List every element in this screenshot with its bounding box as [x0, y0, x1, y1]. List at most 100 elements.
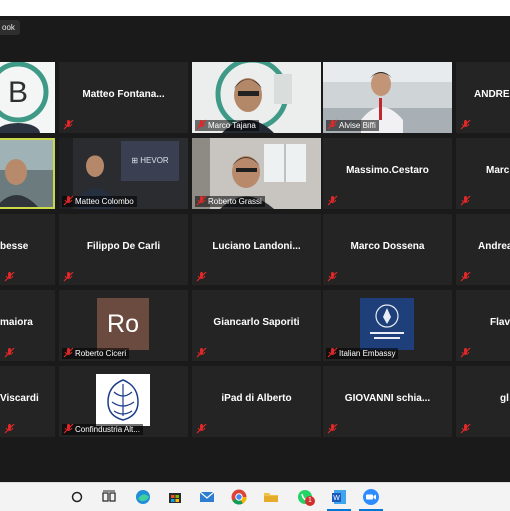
participant-name: gl [500, 393, 509, 404]
muted-mic-icon [327, 347, 338, 358]
participant-tile[interactable]: Roberto Grassi [192, 138, 321, 209]
muted-mic-icon [327, 423, 338, 434]
participant-name: ANDREA [474, 89, 510, 100]
participant-name: Viscardi [0, 393, 39, 404]
word-icon[interactable]: W [330, 488, 348, 506]
participant-name: besse [0, 241, 29, 252]
muted-mic-icon [460, 423, 471, 434]
participant-tile[interactable]: Alvise Biffi [323, 62, 452, 133]
muted-mic-icon [460, 195, 471, 206]
hevor-logo-text: ⊞ HEVOR [131, 156, 169, 165]
muted-mic-icon [327, 271, 338, 282]
participant-caption: Alvise Biffi [326, 119, 379, 131]
participant-video [0, 140, 53, 207]
top-bar [0, 0, 510, 16]
participant-name: Luciano Landoni... [212, 241, 301, 252]
participant-name: Italian Embassy [339, 349, 396, 358]
participant-tile[interactable]: maiora [0, 290, 55, 361]
participant-tile[interactable]: Italian Embassy [323, 290, 452, 361]
windows-taskbar: 1 W [0, 482, 510, 511]
participant-tile[interactable]: Marco Dossena [323, 214, 452, 285]
participant-name: maiora [0, 317, 33, 328]
participant-name: Matteo Fontana... [82, 89, 165, 100]
mail-icon[interactable] [198, 488, 216, 506]
muted-mic-icon [4, 423, 15, 434]
participant-caption: Roberto Grassi [195, 195, 265, 207]
muted-mic-icon [327, 195, 338, 206]
participant-tile[interactable]: Giancarlo Saporiti [192, 290, 321, 361]
window-tag[interactable]: ook [0, 20, 20, 35]
muted-mic-icon [327, 119, 338, 130]
muted-mic-icon [63, 271, 74, 282]
participant-tile[interactable]: gl [456, 366, 510, 437]
participant-name: Roberto Ciceri [75, 349, 127, 358]
participant-tile[interactable]: iPad di Alberto [192, 366, 321, 437]
participant-tile-active-speaker[interactable] [0, 138, 55, 209]
svg-text:W: W [333, 495, 340, 502]
muted-mic-icon [63, 119, 74, 130]
participant-name: Confindustria Alt... [75, 425, 140, 434]
participant-name: Matteo Colombo [75, 197, 134, 206]
muted-mic-icon [63, 195, 74, 206]
participant-name: GIOVANNI schia... [344, 393, 431, 404]
participant-tile[interactable]: ANDREA [456, 62, 510, 133]
participant-name: Marco Dossena [350, 241, 425, 252]
participant-caption: Roberto Ciceri [62, 347, 130, 359]
muted-mic-icon [196, 195, 207, 206]
confindustria-logo [96, 374, 150, 426]
participant-name: iPad di Alberto [221, 393, 292, 404]
participant-tile[interactable]: Marc [456, 138, 510, 209]
task-view-icon[interactable] [100, 488, 118, 506]
participant-name: Andrea [478, 241, 510, 252]
avatar: Ro [97, 298, 149, 350]
embassy-logo [360, 298, 414, 350]
participant-tile[interactable]: Andrea [456, 214, 510, 285]
muted-mic-icon [196, 119, 207, 130]
notification-badge: 1 [305, 496, 315, 506]
participant-tile[interactable]: Viscardi [0, 366, 55, 437]
muted-mic-icon [63, 347, 74, 358]
participant-tile[interactable]: ⊞ HEVOR Matteo Colombo [59, 138, 188, 209]
muted-mic-icon [196, 423, 207, 434]
participant-tile[interactable]: Ro Roberto Ciceri [59, 290, 188, 361]
participant-name: Marc [486, 165, 510, 176]
participant-tile[interactable]: Flavi [456, 290, 510, 361]
participant-tile[interactable]: Marco Tajana [192, 62, 321, 133]
participant-tile[interactable]: Filippo De Carli [59, 214, 188, 285]
participant-name: Filippo De Carli [86, 241, 161, 252]
muted-mic-icon [460, 119, 471, 130]
participant-tile[interactable]: GIOVANNI schia... [323, 366, 452, 437]
participant-name: Alvise Biffi [339, 121, 376, 130]
muted-mic-icon [4, 271, 15, 282]
participant-tile[interactable]: Massimo.Cestaro [323, 138, 452, 209]
participant-caption: Matteo Colombo [62, 195, 137, 207]
participant-name: Roberto Grassi [208, 197, 262, 206]
participant-name: Flavi [490, 317, 510, 328]
participant-caption: Marco Tajana [195, 119, 259, 131]
participant-caption: Italian Embassy [326, 347, 399, 359]
muted-mic-icon [196, 271, 207, 282]
participant-video: B [0, 62, 55, 133]
participant-tile[interactable]: Confindustria Alt... [59, 366, 188, 437]
meeting-gallery: B Matteo Fontana... Marco Tajana Alvise … [0, 16, 510, 482]
muted-mic-icon [460, 271, 471, 282]
svg-text:B: B [8, 76, 28, 109]
participant-name: Giancarlo Saporiti [213, 317, 300, 328]
store-icon[interactable] [166, 488, 184, 506]
whatsapp-app[interactable]: 1 [296, 488, 316, 508]
participant-tile[interactable]: besse [0, 214, 55, 285]
muted-mic-icon [196, 347, 207, 358]
participant-tile[interactable]: Luciano Landoni... [192, 214, 321, 285]
search-icon[interactable] [68, 488, 86, 506]
participant-tile[interactable]: Matteo Fontana... [59, 62, 188, 133]
muted-mic-icon [4, 347, 15, 358]
participant-name: Marco Tajana [208, 121, 256, 130]
muted-mic-icon [460, 347, 471, 358]
edge-icon[interactable] [134, 488, 152, 506]
participant-name: Massimo.Cestaro [346, 165, 429, 176]
file-explorer-icon[interactable] [262, 488, 280, 506]
muted-mic-icon [63, 423, 74, 434]
zoom-icon[interactable] [362, 488, 380, 506]
chrome-icon[interactable] [230, 488, 248, 506]
participant-tile[interactable]: B [0, 62, 55, 133]
